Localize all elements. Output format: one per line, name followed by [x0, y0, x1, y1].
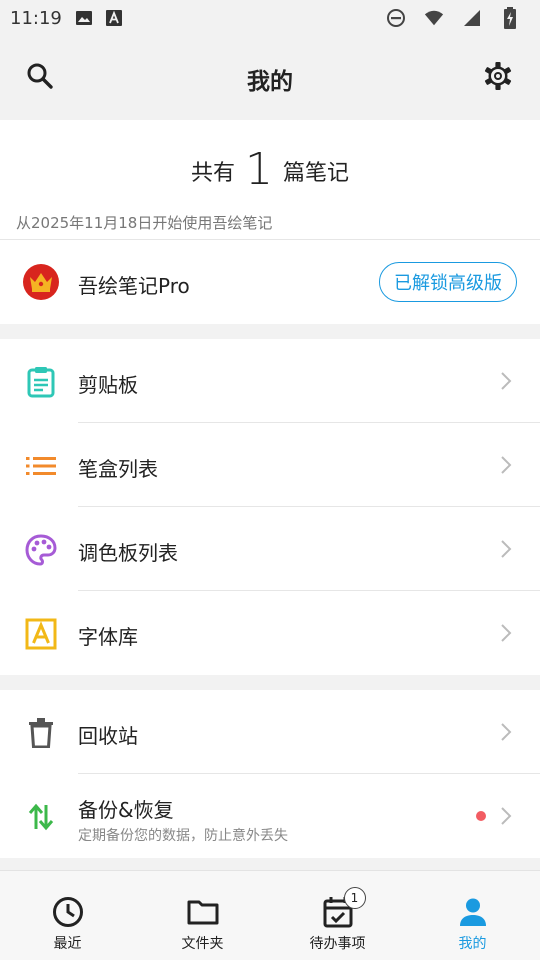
recycle-bin-row[interactable]: 回收站: [0, 690, 540, 774]
swap-arrows-icon: [24, 800, 58, 834]
row-label: 字体库: [78, 625, 138, 649]
row-label: 笔盒列表: [78, 457, 158, 481]
notes-count: 1: [245, 144, 273, 195]
row-label: 备份&恢复: [78, 798, 174, 822]
palette-list-row[interactable]: 调色板列表: [0, 507, 540, 591]
settings-button[interactable]: [480, 60, 516, 96]
bottom-nav: 最近 文件夹 1 待办事项 我的: [0, 870, 540, 960]
usage-since: 从2025年11月18日开始使用吾绘笔记: [16, 214, 273, 232]
pro-row: 吾绘笔记Pro 已解锁高级版: [0, 240, 540, 324]
row-subtitle: 定期备份您的数据，防止意外丢失: [78, 828, 288, 844]
pro-label: 吾绘笔记Pro: [78, 274, 190, 298]
crown-icon: [23, 264, 59, 300]
nav-folders[interactable]: 文件夹: [135, 871, 270, 960]
wifi-icon: [424, 8, 444, 28]
person-icon: [456, 895, 490, 929]
font-a-icon: [104, 8, 124, 28]
chevron-right-icon: [496, 621, 516, 645]
page-title: 我的: [247, 69, 293, 95]
data-group: 回收站 备份&恢复 定期备份您的数据，防止意外丢失: [0, 690, 540, 858]
battery-charging-icon: [500, 7, 520, 29]
nav-recent[interactable]: 最近: [0, 871, 135, 960]
chevron-right-icon: [496, 537, 516, 561]
folder-icon: [186, 895, 220, 929]
row-label: 调色板列表: [78, 541, 178, 565]
nav-label: 我的: [458, 936, 487, 952]
app-bar: 我的: [0, 36, 540, 120]
status-bar: 11:19: [0, 0, 540, 36]
row-label: 剪贴板: [78, 373, 138, 397]
status-time: 11:19: [10, 7, 62, 29]
unlocked-premium-button[interactable]: 已解锁高级版: [379, 262, 517, 302]
chevron-right-icon: [496, 720, 516, 744]
backup-restore-row[interactable]: 备份&恢复 定期备份您的数据，防止意外丢失: [0, 774, 540, 858]
clock-icon: [51, 895, 85, 929]
tools-group: 剪贴板 笔盒列表 调色板列表 字体库: [0, 339, 540, 675]
palette-icon: [24, 533, 58, 567]
nav-label: 文件夹: [181, 936, 224, 952]
chevron-right-icon: [496, 453, 516, 477]
notes-summary: 共有 1 篇笔记 从2025年11月18日开始使用吾绘笔记: [0, 120, 540, 240]
nav-me[interactable]: 我的: [405, 871, 540, 960]
nav-label: 待办事项: [309, 936, 366, 952]
signal-icon: [462, 8, 482, 28]
clipboard-icon: [24, 365, 58, 399]
font-library-row[interactable]: 字体库: [0, 591, 540, 675]
nav-todo[interactable]: 1 待办事项: [270, 871, 405, 960]
notification-dot: [476, 811, 486, 821]
gear-icon: [483, 61, 513, 95]
image-icon: [74, 8, 94, 28]
list-icon: [24, 449, 58, 483]
count-suffix: 篇笔记: [283, 161, 350, 186]
chevron-right-icon: [496, 369, 516, 393]
font-box-icon: [24, 617, 58, 651]
trash-icon: [24, 716, 58, 750]
count-prefix: 共有: [190, 161, 235, 186]
do-not-disturb-icon: [386, 8, 406, 28]
notes-count-line: 共有 1 篇笔记: [0, 144, 540, 195]
chevron-right-icon: [496, 804, 516, 828]
clipboard-row[interactable]: 剪贴板: [0, 339, 540, 423]
pen-box-list-row[interactable]: 笔盒列表: [0, 423, 540, 507]
row-label: 回收站: [78, 724, 138, 748]
todo-badge: 1: [343, 887, 366, 909]
nav-label: 最近: [53, 936, 82, 952]
